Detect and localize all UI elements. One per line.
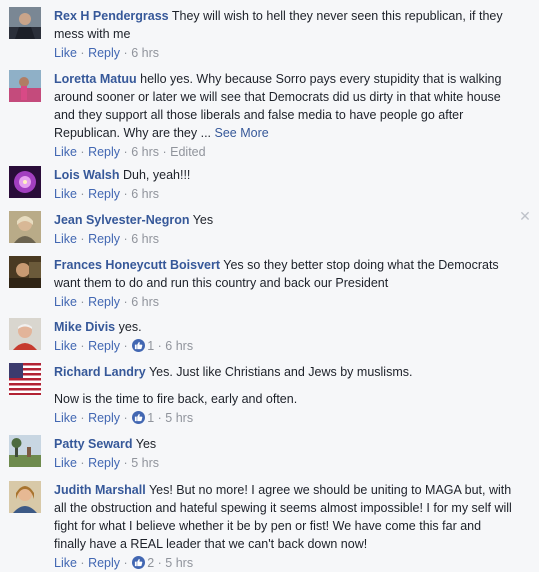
edited-label[interactable]: Edited	[170, 145, 205, 159]
thumbs-up-icon[interactable]	[132, 339, 146, 352]
comment-timestamp[interactable]: 6 hrs	[131, 187, 159, 201]
avatar[interactable]	[9, 435, 41, 467]
like-link[interactable]: Like	[54, 46, 77, 60]
comment-author[interactable]: Jean Sylvester-Negron	[54, 213, 189, 227]
comment-timestamp[interactable]: 5 hrs	[131, 456, 159, 470]
comment-actions: Like · Reply · 1 · 5 hrs	[54, 411, 194, 425]
avatar[interactable]	[9, 318, 41, 350]
avatar[interactable]	[9, 363, 41, 395]
comment-text: Loretta Matuu hello yes. Why because Sor…	[54, 70, 515, 142]
like-link[interactable]: Like	[54, 232, 77, 246]
comment-author[interactable]: Richard Landry	[54, 365, 146, 379]
comment-timestamp[interactable]: 6 hrs	[131, 295, 159, 309]
comment-timestamp[interactable]: 6 hrs	[165, 339, 193, 353]
thumbs-up-icon[interactable]	[132, 411, 146, 424]
reply-link[interactable]: Reply	[88, 187, 120, 201]
see-more-link[interactable]: See More	[215, 126, 269, 140]
comment-text: Lois Walsh Duh, yeah!!!	[54, 166, 515, 184]
like-link[interactable]: Like	[54, 456, 77, 470]
avatar[interactable]	[9, 481, 41, 513]
comment-actions: Like · Reply · 5 hrs	[54, 456, 159, 470]
comment-actions: Like · Reply · 6 hrs · Edited	[54, 145, 206, 159]
avatar[interactable]	[9, 7, 41, 39]
avatar[interactable]	[9, 211, 41, 243]
comment-author[interactable]: Loretta Matuu	[54, 72, 137, 86]
comment-actions: Like · Reply · 2 · 5 hrs	[54, 556, 194, 570]
comment-text: Mike Divis yes.	[54, 318, 515, 336]
comment-actions: Like · Reply · 6 hrs	[54, 46, 159, 60]
like-link[interactable]: Like	[54, 339, 77, 353]
reply-link[interactable]: Reply	[88, 145, 120, 159]
comment-text: Judith Marshall Yes! But no more! I agre…	[54, 481, 515, 553]
comment-body: Yes. Just like Christians and Jews by mu…	[148, 365, 413, 379]
comment-body: Yes	[135, 437, 157, 451]
comment-author[interactable]: Lois Walsh	[54, 168, 120, 182]
comment-body: Duh, yeah!!!	[123, 168, 191, 182]
reply-link[interactable]: Reply	[88, 232, 120, 246]
like-link[interactable]: Like	[54, 411, 77, 425]
comment-body-paragraph: Now is the time to fire back, early and …	[54, 392, 298, 406]
comment-author[interactable]: Patty Seward	[54, 437, 133, 451]
reply-link[interactable]: Reply	[88, 339, 120, 353]
reply-link[interactable]: Reply	[88, 411, 120, 425]
comment-text: Jean Sylvester-Negron Yes	[54, 211, 515, 229]
like-link[interactable]: Like	[54, 295, 77, 309]
comment-text: Frances Honeycutt Boisvert Yes so they b…	[54, 256, 515, 292]
comment-body: yes.	[118, 320, 142, 334]
like-link[interactable]: Like	[54, 187, 77, 201]
comment-author[interactable]: Mike Divis	[54, 320, 115, 334]
reply-link[interactable]: Reply	[88, 456, 120, 470]
comment-text: Patty Seward Yes	[54, 435, 515, 453]
comment-timestamp[interactable]: 6 hrs	[131, 232, 159, 246]
comment-actions: Like · Reply · 6 hrs	[54, 187, 159, 201]
comment-actions: Like · Reply · 1 · 6 hrs	[54, 339, 194, 353]
comment-actions: Like · Reply · 6 hrs	[54, 295, 159, 309]
comment-body: Yes	[192, 213, 214, 227]
reply-link[interactable]: Reply	[88, 295, 120, 309]
reaction-count[interactable]: 1	[147, 339, 154, 353]
comment-timestamp[interactable]: 6 hrs	[131, 46, 159, 60]
comment-actions: Like · Reply · 6 hrs	[54, 232, 159, 246]
comment-text: Rex H Pendergrass They will wish to hell…	[54, 7, 515, 43]
thumbs-up-icon[interactable]	[132, 556, 146, 569]
avatar[interactable]	[9, 70, 41, 102]
reaction-count[interactable]: 1	[147, 411, 154, 425]
like-link[interactable]: Like	[54, 145, 77, 159]
comment-author[interactable]: Frances Honeycutt Boisvert	[54, 258, 220, 272]
avatar[interactable]	[9, 166, 41, 198]
reply-link[interactable]: Reply	[88, 46, 120, 60]
avatar[interactable]	[9, 256, 41, 288]
comment-timestamp[interactable]: 6 hrs	[131, 145, 159, 159]
comment-text: Richard Landry Yes. Just like Christians…	[54, 363, 515, 381]
close-icon[interactable]: ✕	[518, 209, 532, 223]
comment-timestamp[interactable]: 5 hrs	[165, 411, 193, 425]
comment-author[interactable]: Judith Marshall	[54, 483, 146, 497]
comment-author[interactable]: Rex H Pendergrass	[54, 9, 169, 23]
